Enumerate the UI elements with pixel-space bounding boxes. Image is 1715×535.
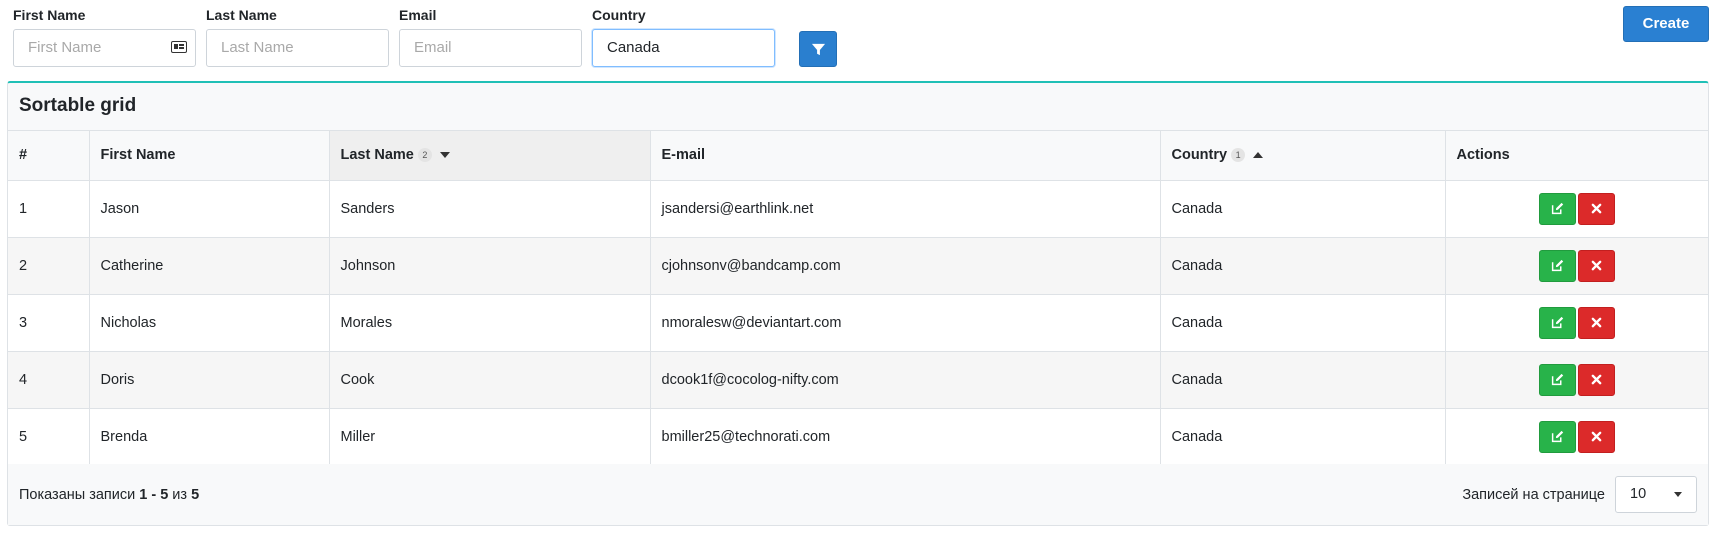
cell-first-name: Nicholas (89, 294, 330, 351)
col-header-first-name[interactable]: First Name (89, 131, 330, 181)
close-icon (1591, 431, 1602, 442)
records-range: 1 - 5 (139, 486, 169, 503)
edit-button[interactable] (1538, 420, 1576, 453)
filter-first-name: First Name First Name (13, 6, 196, 67)
close-icon (1591, 374, 1602, 385)
cell-email: bmiller25@technorati.com (650, 408, 1161, 465)
page-size-label: Записей на странице (1462, 486, 1605, 503)
cell-last-name: Miller (329, 408, 651, 465)
cell-email: nmoralesw@deviantart.com (650, 294, 1161, 351)
filter-email: Email Email (399, 6, 582, 67)
sort-order-badge: 1 (1231, 148, 1246, 163)
edit-icon (1551, 316, 1563, 329)
page-size-select[interactable]: 10 (1615, 476, 1697, 513)
grid-footer: Показаны записи 1 - 5 из 5 Записей на ст… (8, 464, 1708, 525)
sortable-grid: Sortable grid # First Name Last Name 2 E-… (7, 81, 1709, 526)
cell-country: Canada (1160, 237, 1446, 294)
cell-actions (1445, 180, 1708, 237)
table-row: 1 Jason Sanders jsandersi@earthlink.net Cana… (8, 180, 1708, 237)
cell-email: dcook1f@cocolog-nifty.com (650, 351, 1161, 408)
close-icon (1591, 317, 1602, 328)
cell-first-name: Brenda (89, 408, 330, 465)
table-row: 5 Brenda Miller bmiller25@technorati.com Can… (8, 408, 1708, 465)
cell-number: 1 (8, 180, 90, 237)
cell-number: 4 (8, 351, 90, 408)
grid-table: # First Name Last Name 2 E-mail Country 1 … (8, 131, 1708, 466)
filter-country-label: Country (592, 7, 646, 23)
col-header-country-label: Country (1171, 147, 1228, 164)
records-summary: Показаны записи 1 - 5 из 5 (19, 487, 199, 503)
cell-actions (1445, 351, 1708, 408)
table-row: 3 Nicholas Morales nmoralesw@deviantart.com… (8, 294, 1708, 351)
delete-button[interactable] (1577, 306, 1615, 339)
cell-actions (1445, 294, 1708, 351)
filter-last-name: Last Name Last Name (206, 6, 389, 67)
cell-last-name: Morales (329, 294, 651, 351)
sort-desc-icon (439, 152, 450, 159)
cell-last-name: Johnson (329, 237, 651, 294)
grid-header-row: # First Name Last Name 2 E-mail Country 1 … (8, 131, 1708, 181)
delete-button[interactable] (1577, 363, 1615, 396)
grid-title: Sortable grid (8, 83, 1708, 131)
create-button[interactable]: Create (1623, 6, 1709, 42)
country-input[interactable]: Canada (592, 29, 775, 67)
edit-icon (1551, 259, 1563, 272)
cell-first-name: Jason (89, 180, 330, 237)
cell-last-name: Cook (329, 351, 651, 408)
col-header-actions: Actions (1445, 131, 1708, 181)
cell-country: Canada (1160, 294, 1446, 351)
cell-email: jsandersi@earthlink.net (650, 180, 1161, 237)
page-size-control: Записей на странице 10 (1462, 476, 1697, 513)
edit-button[interactable] (1538, 363, 1576, 396)
filter-email-label: Email (399, 7, 437, 23)
cell-number: 2 (8, 237, 90, 294)
edit-button[interactable] (1538, 249, 1576, 282)
filter-country: Country Canada (592, 6, 775, 67)
edit-button[interactable] (1538, 192, 1576, 225)
cell-first-name: Catherine (89, 237, 330, 294)
col-header-email[interactable]: E-mail (650, 131, 1161, 181)
last-name-input[interactable]: Last Name (206, 29, 389, 67)
edit-button[interactable] (1538, 306, 1576, 339)
delete-button[interactable] (1577, 192, 1615, 225)
delete-button[interactable] (1577, 420, 1615, 453)
records-total: 5 (191, 486, 200, 503)
sort-asc-icon (1253, 152, 1264, 159)
edit-icon (1551, 202, 1563, 215)
edit-icon (1551, 373, 1563, 386)
col-header-last-name-label: Last Name (340, 147, 414, 164)
cell-number: 3 (8, 294, 90, 351)
apply-filter-button[interactable] (799, 31, 837, 67)
close-icon (1591, 260, 1602, 271)
cell-last-name: Sanders (329, 180, 651, 237)
chevron-down-icon (1674, 492, 1682, 497)
col-header-number[interactable]: # (8, 131, 90, 181)
cell-actions (1445, 237, 1708, 294)
records-summary-prefix: Показаны записи (19, 486, 140, 503)
first-name-input[interactable]: First Name (13, 29, 196, 67)
page-size-value: 10 (1630, 486, 1647, 502)
col-header-country[interactable]: Country 1 (1160, 131, 1446, 181)
filter-last-name-label: Last Name (206, 7, 277, 23)
cell-actions (1445, 408, 1708, 465)
contact-card-icon (171, 41, 187, 53)
col-header-last-name[interactable]: Last Name 2 (329, 131, 651, 181)
sort-order-badge: 2 (417, 148, 432, 163)
edit-icon (1551, 430, 1563, 443)
cell-country: Canada (1160, 180, 1446, 237)
close-icon (1591, 203, 1602, 214)
cell-first-name: Doris (89, 351, 330, 408)
cell-country: Canada (1160, 351, 1446, 408)
delete-button[interactable] (1577, 249, 1615, 282)
cell-email: cjohnsonv@bandcamp.com (650, 237, 1161, 294)
filter-icon (811, 43, 825, 55)
records-of: из (168, 486, 192, 503)
table-row: 2 Catherine Johnson cjohnsonv@bandcamp.com C… (8, 237, 1708, 294)
table-row: 4 Doris Cook dcook1f@cocolog-nifty.com Canad… (8, 351, 1708, 408)
email-input[interactable]: Email (399, 29, 582, 67)
cell-country: Canada (1160, 408, 1446, 465)
filter-first-name-label: First Name (13, 7, 86, 23)
cell-number: 5 (8, 408, 90, 465)
